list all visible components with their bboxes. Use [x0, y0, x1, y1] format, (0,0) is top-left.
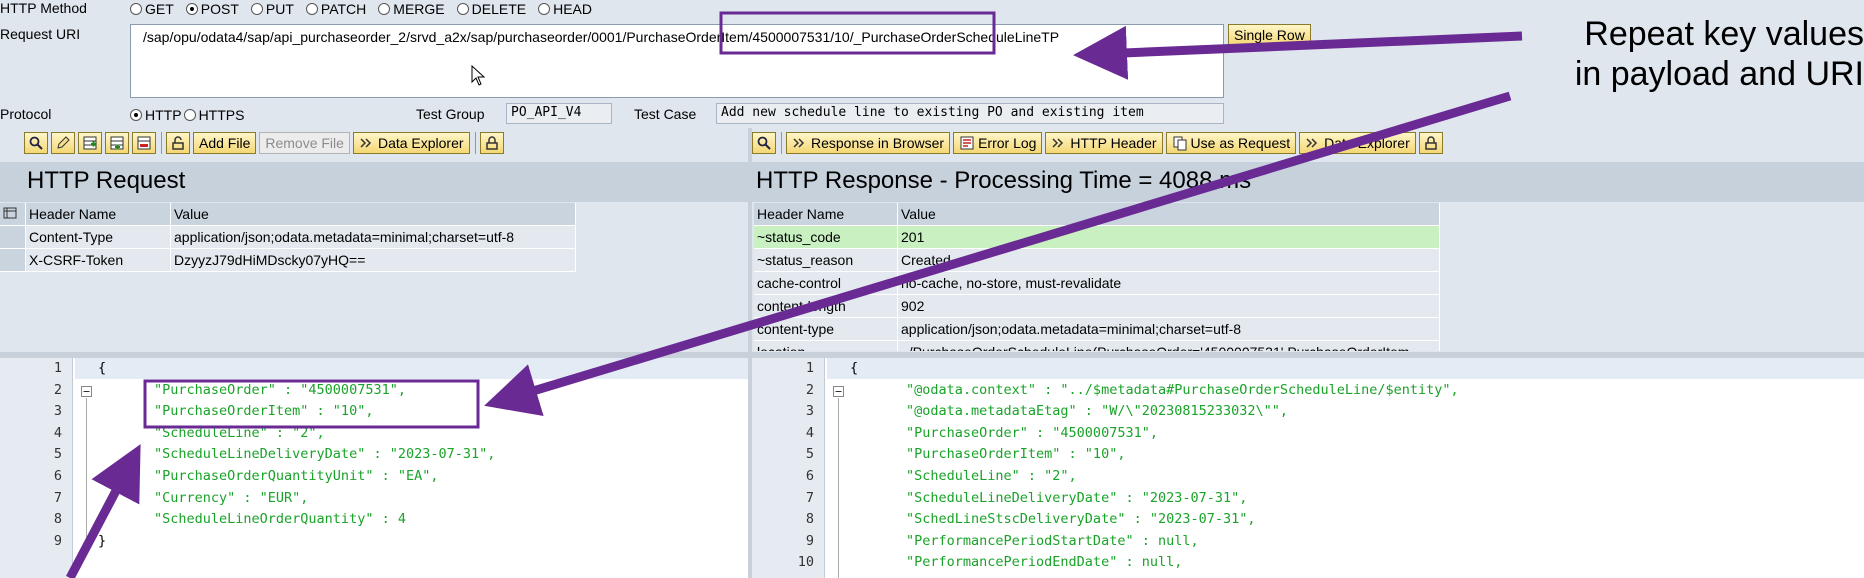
arrow-to-uri — [1073, 25, 1523, 80]
arrow-to-payload — [484, 91, 1512, 417]
arrow-from-bottom — [66, 444, 141, 578]
annotation-overlay — [66, 11, 1523, 578]
uri-key-highlight-box — [719, 11, 996, 55]
payload-key-highlight-box — [143, 379, 480, 429]
